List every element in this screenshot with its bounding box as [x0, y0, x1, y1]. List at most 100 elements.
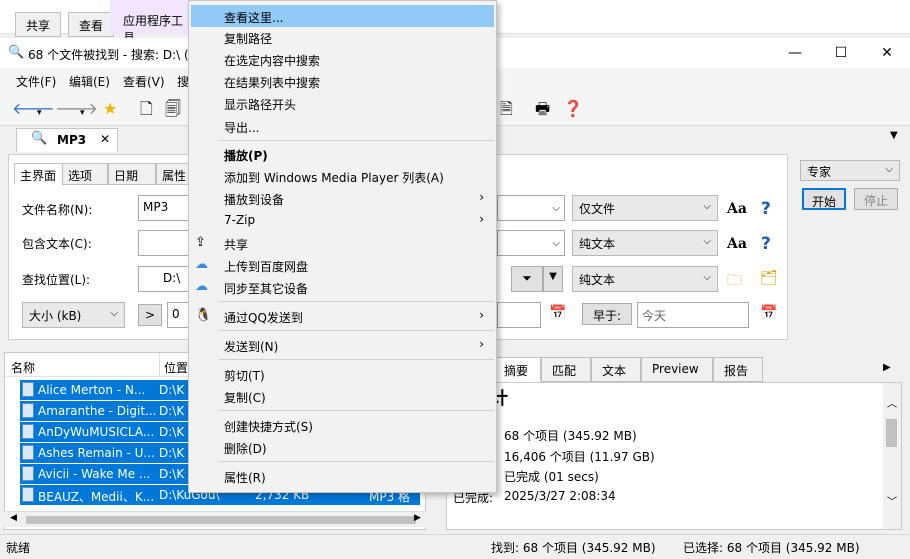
menu-item-copy-path[interactable]: 复制路径 [189, 26, 496, 48]
menu-item-search-in-selection[interactable]: 在选定内容中搜索 [189, 48, 496, 70]
close-button[interactable]: ✕ [864, 38, 910, 68]
menu-item-export[interactable]: 导出... [189, 115, 496, 137]
star-icon[interactable]: ★ [103, 100, 117, 118]
print-icon[interactable]: 🖶 [535, 100, 550, 118]
menu-item-sync-device[interactable]: ☁ 同步至其它设备 [189, 276, 496, 298]
menu-file[interactable]: 文件(F) [16, 73, 56, 90]
tabs-scroll-right-icon[interactable]: ▶ [883, 362, 891, 373]
folder-icon[interactable]: 🗀 [727, 270, 742, 295]
menu-item-view-here[interactable]: 查看这里... [191, 5, 494, 27]
forward-arrow-icon[interactable]: 🡒 [55, 100, 98, 118]
submenu-arrow-icon: › [479, 308, 484, 322]
settings-icon[interactable]: 🗎 [500, 100, 513, 118]
menu-edit[interactable]: 编辑(E) [69, 73, 110, 90]
filter-dropdown-button[interactable]: ▼ [543, 266, 563, 292]
menu-item-cut[interactable]: 剪切(T) [189, 363, 496, 385]
case-sensitive-icon[interactable]: Aa [727, 236, 747, 252]
vertical-scrollbar[interactable]: ︿ ﹀ [883, 383, 901, 529]
chevron-down-icon[interactable]: ▾ [37, 104, 42, 122]
tab-matches[interactable]: 匹配 [541, 357, 591, 382]
tab-list-dropdown-icon[interactable]: ▼ [890, 130, 898, 141]
ribbon-tab-view[interactable]: 查看 [68, 12, 115, 37]
menu-item-show-path-start[interactable]: 显示路径开头 [189, 92, 496, 114]
tab-label: MP3 [57, 133, 87, 147]
tab-date[interactable]: 日期 [108, 163, 156, 185]
help-icon[interactable]: ? [761, 234, 771, 254]
new-document-icon[interactable]: 🗋 [140, 100, 153, 118]
summary-value: 2025/3/27 2:08:34 [504, 489, 616, 503]
column-location[interactable]: 位置 [164, 359, 188, 376]
filter-button[interactable]: ⏷ [511, 266, 543, 292]
audio-file-icon [22, 487, 34, 502]
menu-item-7zip[interactable]: 7-Zip › [189, 209, 496, 231]
menu-item-copy[interactable]: 复制(C) [189, 385, 496, 407]
contains-history-dropdown[interactable]: ⌵ [497, 230, 565, 256]
contains-text-label: 包含文本(C): [22, 237, 92, 251]
tab-options[interactable]: 选项 [62, 163, 108, 185]
calendar-icon[interactable]: 📅 [760, 305, 777, 321]
text-encoding-select[interactable]: 纯文本 ⌵ [572, 230, 718, 256]
scroll-down-icon: ﹀ [887, 497, 897, 508]
date-from-input[interactable] [497, 302, 541, 328]
menu-item-create-shortcut[interactable]: 创建快捷方式(S) [189, 414, 496, 436]
tab-mp3[interactable]: 🔍 MP3 ✕ [16, 128, 118, 152]
menu-item-send-to[interactable]: 发送到(N) › [189, 334, 496, 356]
summary-pane: 计 已完成: 68 个项目 (345.92 MB) 16,406 个项目 (11… [446, 382, 902, 530]
properties-icon[interactable]: 🗐 [165, 100, 181, 118]
qq-icon: 🐧 [195, 308, 212, 323]
stop-button[interactable]: 停止 [854, 188, 898, 210]
tab-report[interactable]: 报告 [713, 357, 763, 382]
scroll-right-icon: ▶ [414, 513, 421, 523]
location-mode-select[interactable]: 纯文本 ⌵ [572, 266, 718, 292]
maximize-button[interactable]: ☐ [818, 38, 864, 68]
tab-main[interactable]: 主界面 [14, 163, 63, 185]
menu-separator [219, 410, 494, 411]
multi-folder-icon[interactable]: 🗂 [760, 270, 778, 286]
mode-select[interactable]: 专家 ⌵ [800, 160, 900, 181]
menu-item-upload-baidu[interactable]: ☁ 上传到百度网盘 [189, 254, 496, 276]
help-icon[interactable]: ? [761, 199, 771, 219]
back-arrow-icon[interactable]: 🡐 [12, 100, 55, 118]
status-bar: 就绪 找到: 68 个项目 (345.92 MB) 已选择: 68 个项目 (3… [0, 534, 910, 559]
start-button[interactable]: 开始 [802, 188, 846, 210]
scroll-left-icon: ◀ [10, 513, 17, 523]
chevron-down-icon[interactable]: ▾ [80, 104, 85, 122]
menu-item-play[interactable]: 播放(P) [189, 143, 496, 165]
date-to-input[interactable]: 今天 [637, 302, 749, 328]
menu-separator [219, 359, 494, 360]
menu-item-properties[interactable]: 属性(R) [189, 465, 496, 487]
share-icon: ⇪ [195, 235, 206, 250]
size-operator-button[interactable]: > [138, 304, 162, 326]
menu-item-delete[interactable]: 删除(D) [189, 436, 496, 458]
audio-file-icon [22, 403, 34, 418]
filename-history-dropdown[interactable]: ⌵ [497, 195, 565, 221]
help-book-icon[interactable]: ❓ [563, 100, 583, 118]
horizontal-scrollbar[interactable]: ◀ ▶ [4, 511, 426, 527]
menu-item-search-in-results[interactable]: 在结果列表中搜索 [189, 70, 496, 92]
chevron-down-icon: ⌵ [110, 308, 118, 319]
menu-view[interactable]: 查看(V) [123, 73, 165, 90]
location-label: 查找位置(L): [22, 273, 91, 287]
tab-summary[interactable]: 摘要 [493, 357, 541, 382]
minimize-button[interactable]: — [772, 38, 818, 68]
case-sensitive-icon[interactable]: Aa [727, 201, 747, 217]
search-icon: 🔍 [31, 131, 48, 146]
tab-text[interactable]: 文本 [591, 357, 641, 382]
menu-item-send-via-qq[interactable]: 🐧 通过QQ发送到 › [189, 305, 496, 327]
ribbon-tab-share[interactable]: 共享 [15, 12, 62, 37]
scroll-up-icon: ︿ [887, 399, 897, 410]
earlier-than-button[interactable]: 早于: [582, 303, 632, 325]
close-icon[interactable]: ✕ [100, 132, 110, 146]
file-type-select[interactable]: 仅文件 ⌵ [572, 195, 718, 221]
calendar-icon[interactable]: 📅 [549, 305, 566, 321]
column-name[interactable]: 名称 [11, 359, 35, 376]
ribbon-tab-app-tools[interactable]: 应用程序工具 [110, 0, 190, 45]
submenu-arrow-icon: › [479, 190, 484, 204]
search-icon: 🔍 [8, 45, 25, 60]
size-unit-select[interactable]: 大小 (kB) ⌵ [22, 302, 125, 328]
menu-separator [219, 330, 494, 331]
menu-item-add-to-wmp[interactable]: 添加到 Windows Media Player 列表(A) [189, 165, 496, 187]
menu-item-share[interactable]: ⇪ 共享 [189, 232, 496, 254]
menu-item-play-to-device[interactable]: 播放到设备 › [189, 187, 496, 209]
tab-preview[interactable]: Preview [641, 357, 713, 382]
